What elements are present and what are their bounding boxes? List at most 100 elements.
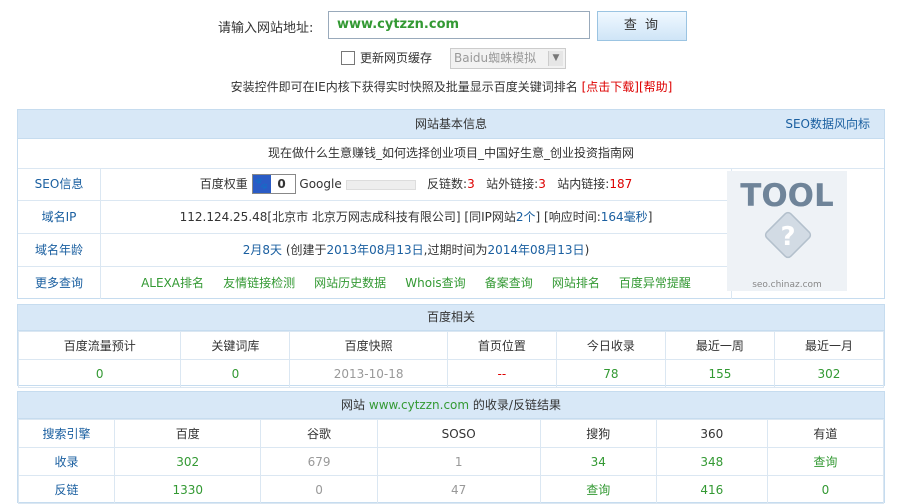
table-header-cell: 搜索引擎 (18, 419, 115, 448)
install-notice: 安装控件即可在IE内核下获得实时快照及批量显示百度关键词排名 [点击下载][帮助… (0, 78, 903, 95)
same-ip-count[interactable]: 2个 (516, 210, 536, 224)
svg-text:?: ? (780, 222, 795, 252)
more-query-label[interactable]: 更多查询 (18, 267, 101, 299)
age-suffix: ) (584, 243, 590, 257)
homepage-position: -- (446, 359, 557, 388)
domain-age: 2月8天 (242, 243, 283, 257)
whois-link[interactable]: Whois查询 (405, 276, 465, 290)
snapshot-date: 2013-10-18 (289, 359, 448, 388)
table-header-cell: SOSO (376, 419, 541, 448)
table-header-cell: 百度流量预计 (17, 331, 182, 360)
table-header-cell: 最近一周 (664, 331, 775, 360)
site-rank-link[interactable]: 网站排名 (552, 276, 600, 290)
table-header-cell: 百度快照 (289, 331, 448, 360)
domain-age-label[interactable]: 域名年龄 (18, 234, 101, 266)
more-query-row: 更多查询 ALEXA排名 友情链接检测 网站历史数据 Whois查询 备案查询 … (18, 267, 731, 299)
baidu-header: 百度相关 (18, 305, 884, 331)
360-index[interactable]: 348 (655, 447, 768, 476)
table-header-cell: 搜狗 (539, 419, 657, 448)
basic-info-title: 网站基本信息 (414, 117, 487, 131)
soso-index[interactable]: 1 (376, 447, 541, 476)
google-label: Google (299, 177, 342, 191)
chevron-down-icon: ▼ (548, 51, 563, 66)
response-suffix: ] (647, 210, 653, 224)
url-label: 请输入网站地址: (218, 21, 314, 36)
baidu-weight-value: 0 (277, 176, 286, 191)
youdao-backlinks[interactable]: 0 (766, 475, 885, 504)
domain-ip-value: 112.124.25.48[北京市 北京万网志成科技有限公司] [同IP网站2个… (101, 201, 731, 233)
domain-age-value: 2月8天 (创建于2013年08月13日,过期时间为2014年08月13日) (101, 234, 731, 266)
site-title: 现在做什么生意赚钱_如何选择创业项目_中国好生意_创业投资指南网 (18, 139, 884, 169)
expire-date: 2014年08月13日 (487, 243, 585, 257)
domain-ip-row: 域名IP 112.124.25.48[北京市 北京万网志成科技有限公司] [同I… (18, 201, 731, 234)
month-indexed[interactable]: 302 (773, 359, 885, 388)
baidu-index[interactable]: 302 (113, 447, 262, 476)
traffic-estimate[interactable]: 0 (17, 359, 182, 388)
360-backlinks[interactable]: 416 (655, 475, 768, 504)
logo-caption: seo.chinaz.com (752, 280, 822, 290)
domain-ip-label[interactable]: 域名IP (18, 201, 101, 233)
created-date: 2013年08月13日 (326, 243, 424, 257)
chinaz-tool-logo[interactable]: TOOL ? seo.chinaz.com (727, 171, 847, 291)
history-data-link[interactable]: 网站历史数据 (314, 276, 386, 290)
alexa-link[interactable]: ALEXA排名 (141, 276, 204, 290)
week-indexed[interactable]: 155 (664, 359, 775, 388)
created-prefix: (创建于 (285, 243, 327, 257)
engine-results-header: 网站 www.cytzzn.com 的收录/反链结果 (18, 392, 884, 419)
seo-info-value: 百度权重 🐾 0 Google 反链数:3 站外链接:3 站内链接:187 (101, 168, 731, 200)
query-button[interactable]: 查 询 (597, 11, 687, 41)
table-header-cell: 有道 (766, 419, 885, 448)
url-input[interactable]: www.cytzzn.com (328, 11, 590, 39)
refresh-cache-label: 更新网页缓存 (360, 51, 433, 65)
table-row: 0 0 2013-10-18 -- 78 155 302 (17, 359, 885, 388)
logo-text: TOOL (740, 178, 834, 214)
outlinks-value[interactable]: 3 (538, 177, 546, 191)
today-indexed[interactable]: 78 (555, 359, 666, 388)
install-text: 安装控件即可在IE内核下获得实时快照及批量显示百度关键词排名 (230, 80, 578, 94)
engine-table: 搜索引擎 百度 谷歌 SOSO 搜狗 360 有道 收录 302 679 1 3… (18, 419, 885, 504)
baidu-weight-label: 百度权重 (199, 177, 248, 191)
google-index[interactable]: 679 (260, 447, 378, 476)
baidu-panel: 百度相关 百度流量预计 关键词库 百度快照 首页位置 今日收录 最近一周 最近一… (17, 304, 885, 388)
table-header-cell: 首页位置 (446, 331, 557, 360)
header-prefix: 网站 (341, 398, 366, 412)
refresh-cache-checkbox[interactable] (341, 51, 355, 65)
baidu-backlinks[interactable]: 1330 (113, 475, 262, 504)
table-row: 收录 302 679 1 34 348 查询 (18, 447, 885, 476)
more-query-links: ALEXA排名 友情链接检测 网站历史数据 Whois查询 备案查询 网站排名 … (101, 267, 731, 299)
backlinks-label: 反链数: (427, 177, 468, 191)
inlinks-label: 站内链接: (557, 177, 610, 191)
seo-trend-link[interactable]: SEO数据风向标 (785, 110, 870, 138)
keyword-count[interactable]: 0 (180, 359, 291, 388)
row-label: 收录 (18, 447, 115, 476)
youdao-index[interactable]: 查询 (766, 447, 885, 476)
baidu-table: 百度流量预计 关键词库 百度快照 首页位置 今日收录 最近一周 最近一月 0 0… (17, 331, 885, 388)
google-backlinks[interactable]: 0 (260, 475, 378, 504)
baidu-alert-link[interactable]: 百度异常提醒 (619, 276, 691, 290)
outlinks-label: 站外链接: (486, 177, 539, 191)
help-link[interactable]: [帮助] (639, 80, 672, 94)
sogou-backlinks[interactable]: 查询 (539, 475, 657, 504)
download-link[interactable]: [点击下载] (582, 80, 639, 94)
response-prefix: [响应时间: (544, 210, 601, 224)
response-time: 164毫秒 (600, 210, 648, 224)
engine-results-panel: 网站 www.cytzzn.com 的收录/反链结果 搜索引擎 百度 谷歌 SO… (17, 391, 885, 504)
sogou-index[interactable]: 34 (539, 447, 657, 476)
table-header-row: 搜索引擎 百度 谷歌 SOSO 搜狗 360 有道 (18, 419, 885, 448)
expire-prefix: ,过期时间为 (423, 243, 488, 257)
icp-link[interactable]: 备案查询 (485, 276, 533, 290)
seo-info-row: SEO信息 百度权重 🐾 0 Google 反链数:3 站外链接:3 站内链接:1… (18, 168, 731, 201)
header-site-link[interactable]: www.cytzzn.com (369, 398, 469, 412)
table-row: 反链 1330 0 47 查询 416 0 (18, 475, 885, 504)
header-suffix: 的收录/反链结果 (472, 398, 561, 412)
inlinks-value[interactable]: 187 (609, 177, 632, 191)
seo-info-label[interactable]: SEO信息 (18, 168, 101, 200)
paw-icon: 🐾 (252, 174, 271, 193)
basic-info-header: 网站基本信息 SEO数据风向标 (18, 110, 884, 139)
soso-backlinks[interactable]: 47 (376, 475, 541, 504)
friend-link-check[interactable]: 友情链接检测 (223, 276, 295, 290)
baidu-weight-badge[interactable]: 🐾 0 (251, 173, 296, 194)
spider-select[interactable]: Baidu蜘蛛模拟 ▼ (450, 48, 566, 69)
backlinks-value[interactable]: 3 (467, 177, 475, 191)
row-label: 反链 (18, 475, 115, 504)
